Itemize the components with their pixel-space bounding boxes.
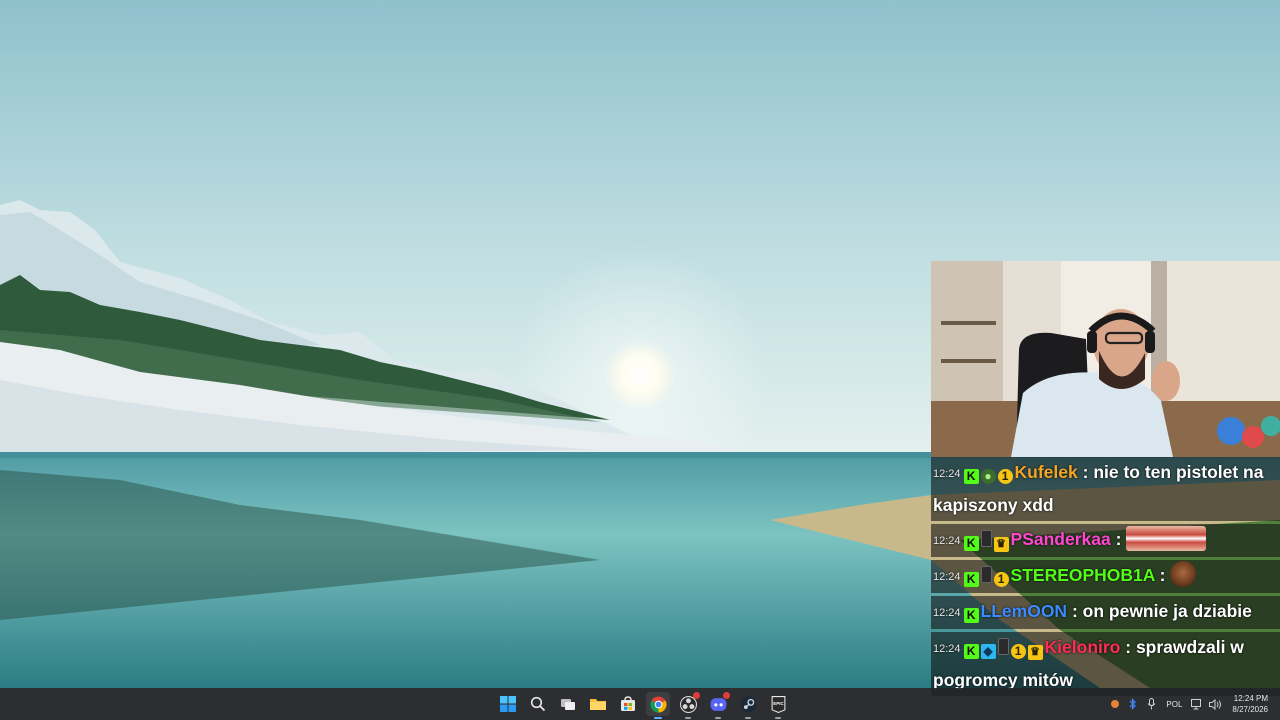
taskbar-pinned-apps: EPIC	[496, 688, 790, 720]
chat-message: 12:24 K 1 STEREOPHOB1A :	[931, 560, 1280, 593]
epic-games-icon: EPIC	[771, 695, 785, 713]
task-view-button[interactable]	[556, 692, 580, 716]
notification-dot	[693, 692, 700, 699]
folder-icon	[590, 699, 606, 710]
chat-username[interactable]: Kieloniro	[1045, 637, 1121, 657]
task-view-icon	[561, 699, 575, 710]
kick-badge-icon: K	[963, 536, 979, 551]
chat-message-text: on pewnie ja dziabie	[1082, 601, 1252, 621]
kick-badge-icon: K	[963, 572, 979, 587]
chat-separator: :	[1115, 529, 1122, 549]
chrome-button[interactable]	[646, 692, 670, 719]
microphone-button[interactable]	[1142, 688, 1160, 720]
steam-icon	[740, 696, 756, 712]
windows-logo-icon	[500, 696, 516, 712]
chat-username[interactable]: PSanderkaa	[1011, 529, 1111, 549]
epic-button[interactable]: EPIC	[766, 692, 790, 719]
tray-overflow-button[interactable]	[1106, 688, 1124, 720]
windows-taskbar: EPIC POL 12:24 PM 8/27/2026	[0, 688, 1280, 720]
chat-separator: :	[1082, 462, 1089, 482]
kick-badge-icon: K	[963, 469, 979, 484]
bluetooth-icon	[1129, 698, 1137, 710]
search-button[interactable]	[526, 692, 550, 716]
crown-badge-icon: ♛	[1027, 645, 1043, 660]
chat-timestamp: 12:24	[933, 468, 961, 480]
phone-badge-icon	[997, 638, 1009, 655]
kick-badge-icon: K	[963, 644, 979, 659]
clock-date: 8/27/2026	[1232, 705, 1268, 714]
file-explorer-button[interactable]	[586, 692, 610, 716]
mouth-emote	[1126, 526, 1207, 551]
crown-badge-icon: ♛	[993, 537, 1009, 552]
chat-timestamp: 12:24	[933, 571, 961, 583]
chat-separator: :	[1159, 565, 1166, 585]
sub-badge-icon: 1	[1010, 644, 1026, 659]
sub-badge-icon: 1	[993, 572, 1009, 587]
webcam-overlay	[931, 261, 1280, 457]
chrome-icon	[649, 696, 667, 712]
system-tray: POL 12:24 PM 8/27/2026	[1106, 688, 1280, 720]
store-icon	[621, 696, 635, 711]
chat-username[interactable]: STEREOPHOB1A	[1011, 565, 1155, 585]
speaker-icon	[1208, 698, 1221, 710]
chat-username[interactable]: LLemOON	[981, 601, 1068, 621]
cube-badge-icon: ◆	[980, 644, 996, 659]
chat-timestamp: 12:24	[933, 643, 961, 655]
network-monitor-icon	[1191, 698, 1202, 709]
store-button[interactable]	[616, 692, 640, 716]
bluetooth-button[interactable]	[1124, 688, 1142, 720]
chat-separator: :	[1071, 601, 1078, 621]
face-emote	[1170, 561, 1197, 587]
sub-badge-icon: 1	[997, 469, 1013, 484]
chat-separator: :	[1125, 637, 1132, 657]
microphone-icon	[1147, 698, 1156, 710]
network-button[interactable]	[1188, 688, 1206, 720]
start-button[interactable]	[496, 692, 520, 716]
stream-chat-overlay: 12:24 K ● 1 Kufelek : nie to ten pistolet na…	[931, 457, 1280, 720]
clock-time: 12:24 PM	[1233, 694, 1268, 703]
bomb-badge-icon: ●	[980, 469, 996, 484]
chat-timestamp: 12:24	[933, 607, 961, 619]
chat-message: 12:24 K ♛ PSanderkaa :	[931, 524, 1280, 557]
input-language[interactable]: POL	[1160, 700, 1188, 709]
search-icon	[530, 696, 546, 712]
phone-badge-icon	[980, 530, 992, 547]
discord-button[interactable]	[706, 692, 730, 719]
chat-message: 12:24 K LLemOON : on pewnie ja dziabie	[931, 596, 1280, 629]
colored-tray-app-icon	[1111, 700, 1120, 708]
volume-button[interactable]	[1206, 688, 1224, 720]
taskbar-clock[interactable]: 12:24 PM 8/27/2026	[1224, 693, 1280, 715]
chat-username[interactable]: Kufelek	[1015, 462, 1078, 482]
phone-badge-icon	[980, 566, 992, 583]
chat-message: 12:24 K ● 1 Kufelek : nie to ten pistolet na…	[931, 457, 1280, 521]
chat-timestamp: 12:24	[933, 535, 961, 547]
obs-button[interactable]	[676, 692, 700, 719]
kick-badge-icon: K	[963, 608, 979, 623]
steam-button[interactable]	[736, 692, 760, 719]
notification-badge	[723, 692, 730, 699]
svg-text:EPIC: EPIC	[773, 701, 784, 706]
chat-message: 12:24 K ◆ 1 ♛ Kieloniro : sprawdzali w pogrom…	[931, 632, 1280, 696]
